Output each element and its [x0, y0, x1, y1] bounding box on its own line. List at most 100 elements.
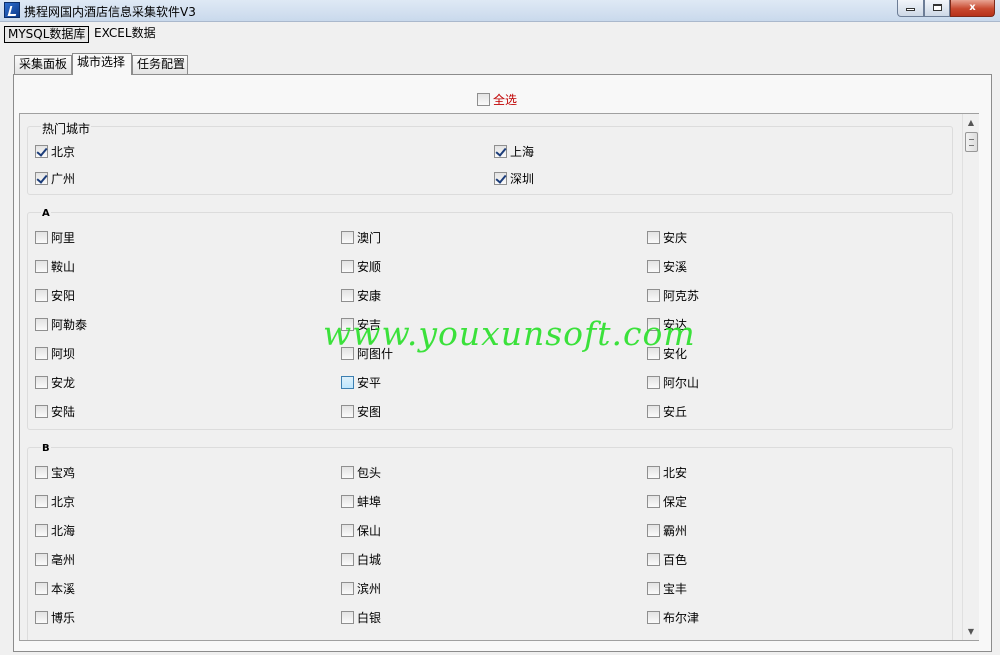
checkbox-box[interactable] — [341, 524, 354, 537]
checkbox-box[interactable] — [341, 611, 354, 624]
city-checkbox[interactable]: 保山 — [341, 522, 381, 538]
checkbox-box[interactable] — [35, 524, 48, 537]
checkbox-box[interactable] — [35, 495, 48, 508]
checkbox-box[interactable] — [35, 466, 48, 479]
city-checkbox[interactable]: 安化 — [647, 345, 687, 361]
checkbox-box[interactable] — [35, 405, 48, 418]
city-checkbox[interactable]: 安顺 — [341, 258, 381, 274]
city-scroll-area[interactable]: 热门城市 北京 上海 广州 深圳 A 阿里 澳门 安庆 鞍山 安顺 安溪 安阳 安康 阿克苏 阿勒泰 安吉… — [19, 113, 979, 641]
city-checkbox[interactable]: 阿勒泰 — [35, 316, 87, 332]
city-checkbox[interactable]: 安阳 — [35, 287, 75, 303]
checkbox-box[interactable] — [35, 318, 48, 331]
tab-city-select[interactable]: 城市选择 — [72, 53, 132, 75]
checkbox-box[interactable] — [35, 289, 48, 302]
select-all-box[interactable] — [477, 93, 490, 106]
city-checkbox[interactable]: 安达 — [647, 316, 687, 332]
city-checkbox[interactable]: 白银 — [341, 609, 381, 625]
city-checkbox[interactable]: 北海 — [35, 522, 75, 538]
checkbox-box[interactable] — [494, 145, 507, 158]
city-checkbox[interactable]: 阿坝 — [35, 345, 75, 361]
checkbox-box[interactable] — [341, 347, 354, 360]
city-checkbox[interactable]: 包头 — [341, 464, 381, 480]
city-checkbox[interactable]: 北京 — [35, 493, 75, 509]
checkbox-box[interactable] — [35, 260, 48, 273]
city-checkbox[interactable]: 广州 — [35, 170, 75, 186]
city-checkbox[interactable]: 安庆 — [647, 229, 687, 245]
city-checkbox[interactable]: 安丘 — [647, 403, 687, 419]
city-checkbox[interactable]: 亳州 — [35, 551, 75, 567]
city-checkbox[interactable]: 蚌埠 — [341, 493, 381, 509]
city-checkbox[interactable]: 安图 — [341, 403, 381, 419]
city-checkbox[interactable]: 保定 — [647, 493, 687, 509]
city-checkbox[interactable]: 阿尔山 — [647, 374, 699, 390]
checkbox-box[interactable] — [35, 611, 48, 624]
city-checkbox[interactable]: 布尔津 — [647, 609, 699, 625]
checkbox-box[interactable] — [647, 524, 660, 537]
city-checkbox[interactable]: 澳门 — [341, 229, 381, 245]
checkbox-box[interactable] — [647, 466, 660, 479]
city-checkbox[interactable]: 安溪 — [647, 258, 687, 274]
tab-task-config[interactable]: 任务配置 — [132, 55, 188, 74]
city-checkbox[interactable]: 宝鸡 — [35, 464, 75, 480]
city-checkbox[interactable]: 霸州 — [647, 522, 687, 538]
checkbox-box[interactable] — [341, 376, 354, 389]
checkbox-box[interactable] — [35, 376, 48, 389]
checkbox-box[interactable] — [341, 553, 354, 566]
city-checkbox[interactable]: 安平 — [341, 374, 381, 390]
checkbox-box[interactable] — [341, 289, 354, 302]
city-checkbox[interactable]: 阿里 — [35, 229, 75, 245]
city-checkbox[interactable]: 白城 — [341, 551, 381, 567]
tab-collect-panel[interactable]: 采集面板 — [14, 55, 72, 74]
checkbox-box[interactable] — [341, 231, 354, 244]
city-checkbox[interactable]: 上海 — [494, 143, 534, 159]
city-checkbox[interactable]: 安龙 — [35, 374, 75, 390]
city-checkbox[interactable]: 安康 — [341, 287, 381, 303]
scroll-down-icon[interactable]: ▼ — [963, 623, 979, 640]
scroll-thumb[interactable] — [965, 132, 978, 152]
checkbox-box[interactable] — [341, 495, 354, 508]
vertical-scrollbar[interactable]: ▲ ▼ — [962, 114, 979, 640]
checkbox-box[interactable] — [647, 231, 660, 244]
checkbox-box[interactable] — [341, 582, 354, 595]
menu-excel[interactable]: EXCEL数据 — [91, 26, 159, 43]
checkbox-box[interactable] — [35, 172, 48, 185]
city-checkbox[interactable]: 鞍山 — [35, 258, 75, 274]
city-checkbox[interactable]: 北京 — [35, 143, 75, 159]
city-checkbox[interactable]: 北安 — [647, 464, 687, 480]
checkbox-box[interactable] — [341, 318, 354, 331]
checkbox-box[interactable] — [647, 376, 660, 389]
checkbox-box[interactable] — [647, 405, 660, 418]
select-all-checkbox[interactable]: 全选 — [477, 91, 517, 107]
minimize-button[interactable] — [897, 0, 924, 17]
checkbox-box[interactable] — [35, 231, 48, 244]
checkbox-box[interactable] — [647, 553, 660, 566]
checkbox-box[interactable] — [35, 145, 48, 158]
checkbox-box[interactable] — [647, 318, 660, 331]
checkbox-box[interactable] — [647, 260, 660, 273]
checkbox-box[interactable] — [647, 289, 660, 302]
checkbox-box[interactable] — [647, 582, 660, 595]
checkbox-box[interactable] — [494, 172, 507, 185]
city-checkbox[interactable]: 百色 — [647, 551, 687, 567]
city-checkbox[interactable]: 本溪 — [35, 580, 75, 596]
city-checkbox[interactable]: 博乐 — [35, 609, 75, 625]
city-checkbox[interactable]: 安陆 — [35, 403, 75, 419]
menu-mysql[interactable]: MYSQL数据库 — [4, 26, 90, 43]
checkbox-box[interactable] — [35, 553, 48, 566]
checkbox-box[interactable] — [647, 347, 660, 360]
scroll-up-icon[interactable]: ▲ — [963, 114, 979, 131]
maximize-button[interactable] — [924, 0, 950, 17]
checkbox-box[interactable] — [341, 260, 354, 273]
city-checkbox[interactable]: 滨州 — [341, 580, 381, 596]
checkbox-box[interactable] — [35, 347, 48, 360]
city-checkbox[interactable]: 阿克苏 — [647, 287, 699, 303]
city-checkbox[interactable]: 宝丰 — [647, 580, 687, 596]
city-checkbox[interactable]: 阿图什 — [341, 345, 393, 361]
city-checkbox[interactable]: 深圳 — [494, 170, 534, 186]
checkbox-box[interactable] — [341, 466, 354, 479]
city-checkbox[interactable]: 安吉 — [341, 316, 381, 332]
checkbox-box[interactable] — [647, 611, 660, 624]
close-button[interactable]: x — [950, 0, 995, 17]
checkbox-box[interactable] — [647, 495, 660, 508]
checkbox-box[interactable] — [35, 582, 48, 595]
